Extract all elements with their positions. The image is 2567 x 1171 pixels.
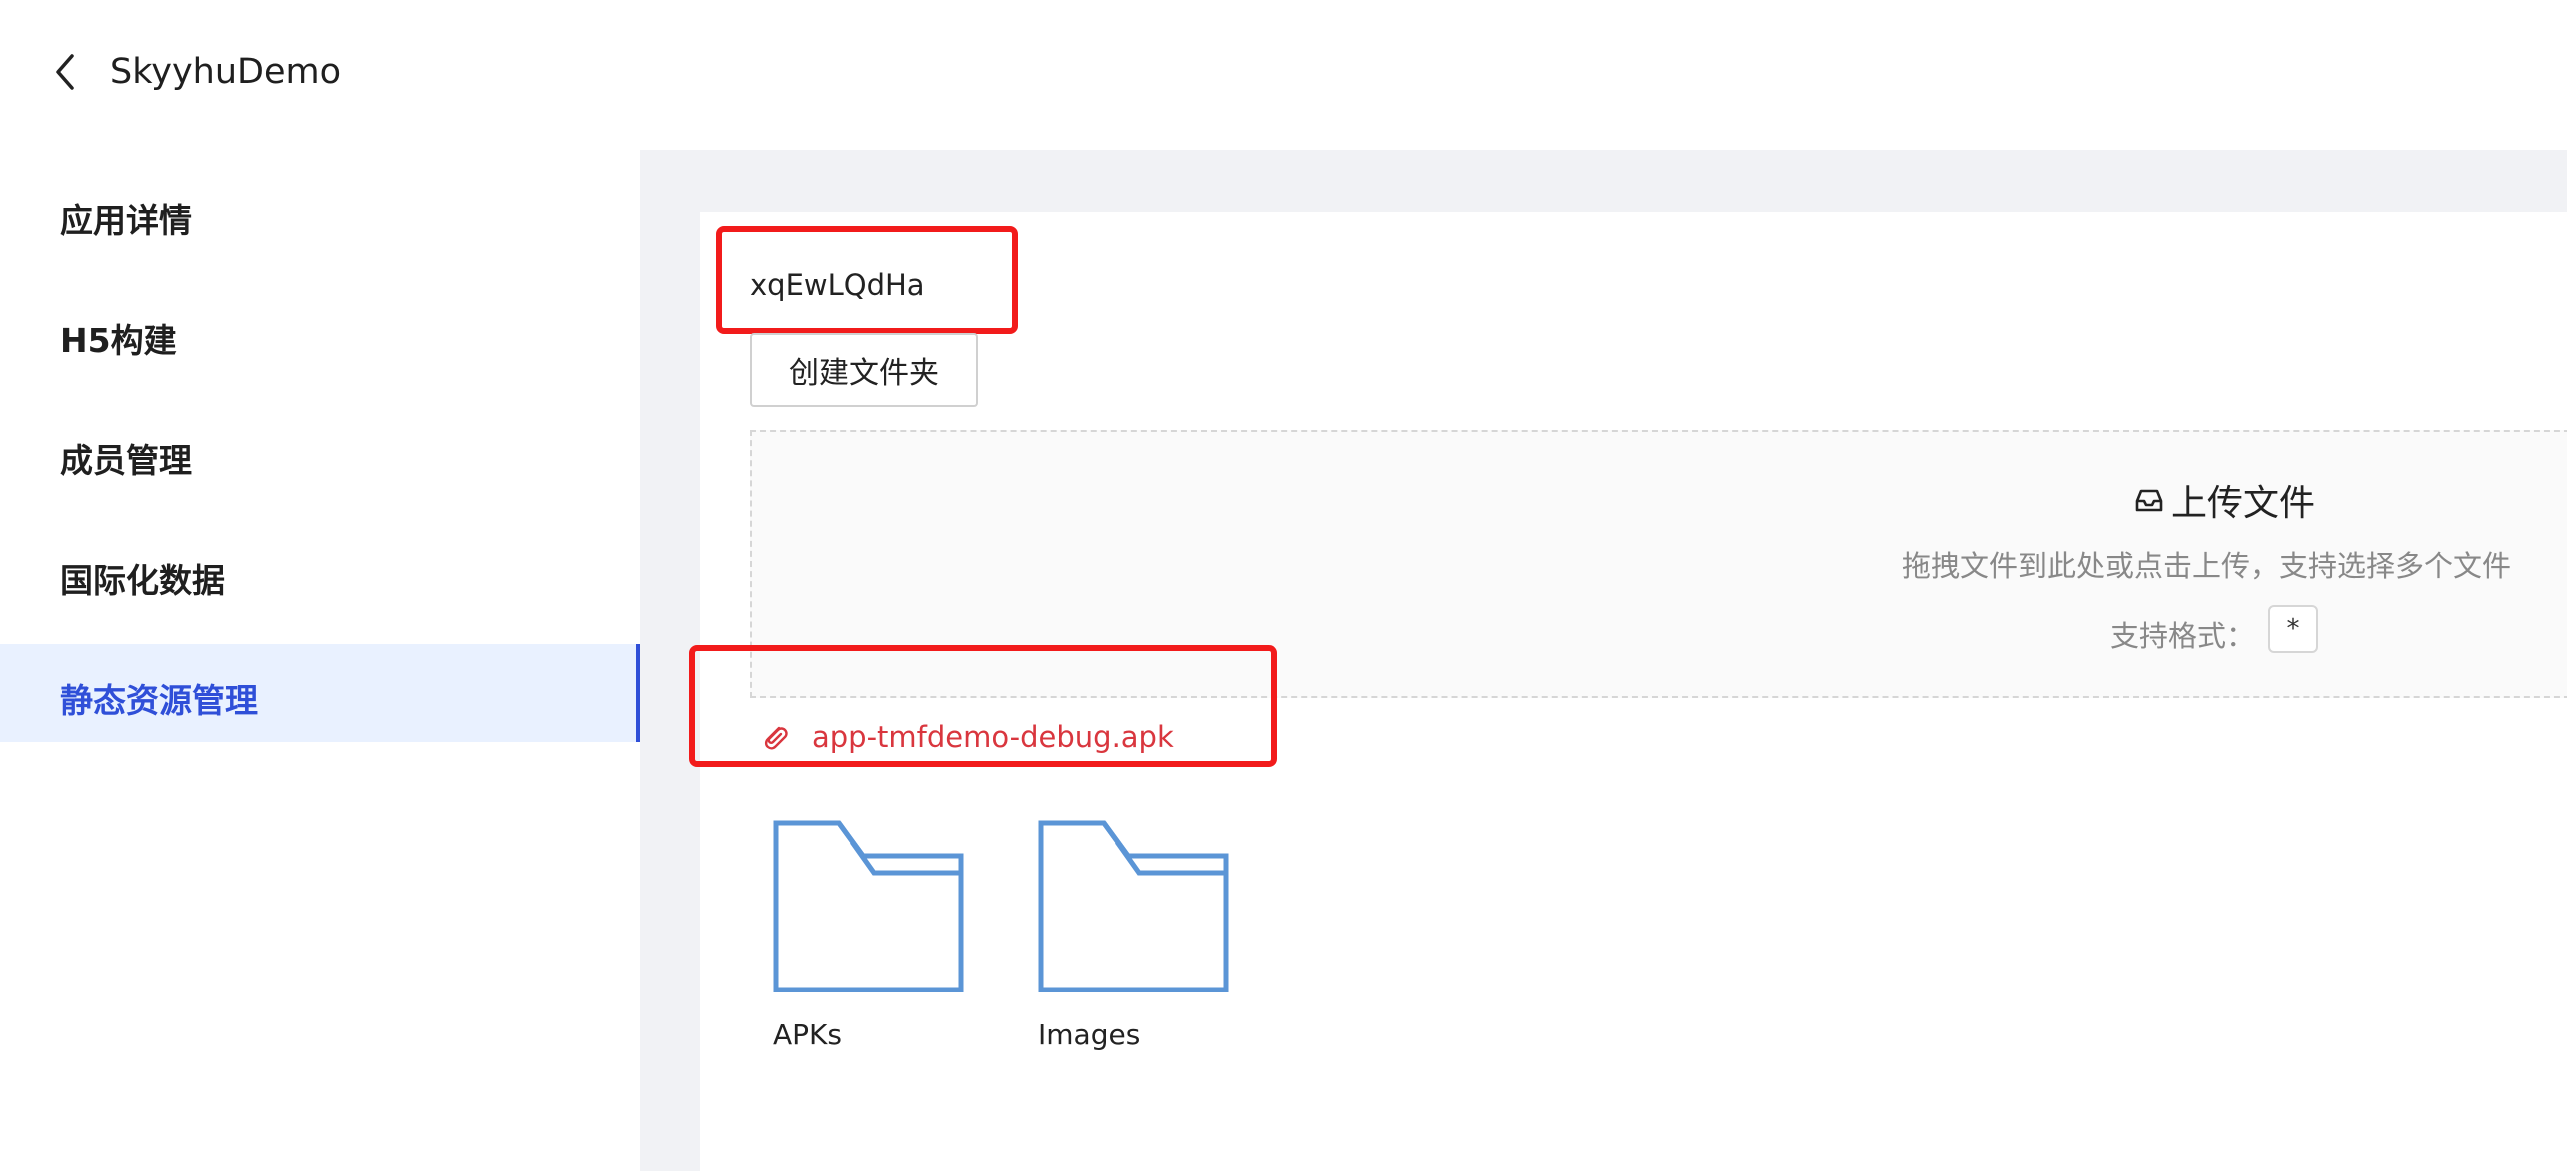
upload-title-text: 上传文件 — [2171, 483, 2316, 524]
folder-icon — [1038, 820, 1229, 993]
folder-item-images[interactable]: Images — [1038, 820, 1238, 1080]
upload-hint: 拖拽文件到此处或点击上传，支持选择多个文件 — [1902, 549, 2512, 583]
app-title: SkyyhuDemo — [110, 52, 342, 92]
folder-label: APKs — [773, 1018, 842, 1051]
folder-label: Images — [1038, 1018, 1141, 1051]
sidebar-item-h5-build[interactable]: H5构建 — [0, 284, 640, 382]
sidebar-item-label: 国际化数据 — [60, 561, 225, 600]
sidebar-item-label: 静态资源管理 — [60, 681, 258, 720]
top-header: SkyyhuDemo — [0, 0, 2567, 150]
folder-item-apks[interactable]: APKs — [773, 820, 973, 1080]
supported-formats-label: 支持格式： — [2110, 619, 2256, 653]
highlight-box-uploaded-file — [689, 645, 1277, 767]
sidebar-item-static-resources[interactable]: 静态资源管理 — [0, 644, 640, 742]
back-button[interactable] — [48, 50, 88, 94]
sidebar-item-app-details[interactable]: 应用详情 — [0, 164, 640, 262]
sidebar-item-label: 应用详情 — [60, 201, 192, 240]
format-tag: * — [2268, 605, 2318, 653]
sidebar-item-label: 成员管理 — [60, 441, 192, 480]
inbox-icon — [2135, 489, 2163, 512]
sidebar: 应用详情 H5构建 成员管理 国际化数据 静态资源管理 — [0, 150, 640, 1171]
chevron-left-icon — [56, 54, 74, 90]
sidebar-item-i18n-data[interactable]: 国际化数据 — [0, 524, 640, 622]
highlight-box-folder-name — [716, 226, 1018, 334]
sidebar-item-label: H5构建 — [60, 321, 177, 360]
create-folder-button[interactable]: 创建文件夹 — [750, 333, 978, 407]
folder-icon — [773, 820, 964, 993]
upload-title: 上传文件 — [2133, 474, 2315, 526]
sidebar-item-members[interactable]: 成员管理 — [0, 404, 640, 502]
